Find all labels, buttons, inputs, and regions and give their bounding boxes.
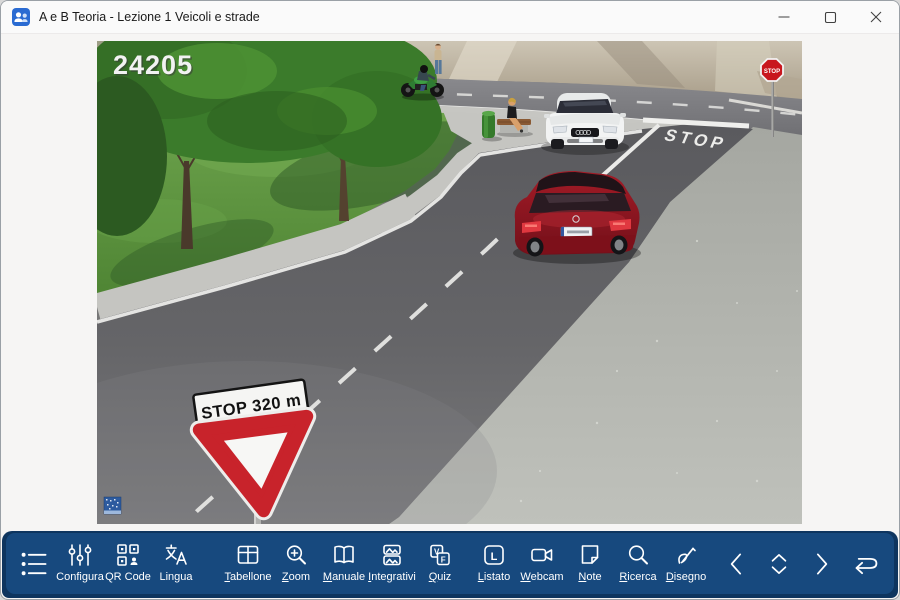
image-number: 24205 24205 [113,50,195,82]
toolbar-prev-button[interactable] [716,533,758,594]
toolbar-item-disegno[interactable]: Disegno [662,533,710,594]
pen-icon [673,542,699,568]
menu-list-icon [19,549,49,579]
toolbar-item-label: Tabellone [224,571,271,583]
table-grid-icon [235,542,261,568]
toolbar-frame: Configura QR Code Lingua [2,531,898,598]
maximize-icon [824,11,837,24]
toolbar-item-lingua[interactable]: Lingua [152,533,200,594]
toolbar-item-label: Configura [56,571,104,583]
chevron-right-icon [806,549,836,579]
return-arrow-icon [849,548,881,580]
l-badge-icon: L [481,542,507,568]
toolbar-item-label: Zoom [282,571,310,583]
toolbar-item-configura[interactable]: Configura [56,533,104,594]
minimize-button[interactable] [761,1,807,33]
toolbar-item-label: Lingua [159,571,192,583]
toolbar-item-label: Note [578,571,601,583]
toolbar-item-label: Webcam [520,571,563,583]
toolbar-item-integrativi[interactable]: Integrativi [368,533,416,594]
toolbar-item-label: Listato [478,571,510,583]
stacked-images-icon [379,542,405,568]
sliders-icon [67,542,93,568]
note-icon [577,542,603,568]
toolbar-return-button[interactable] [842,533,888,594]
toolbar-item-note[interactable]: Note [566,533,614,594]
toolbar-next-button[interactable] [800,533,842,594]
minimize-icon [778,11,790,23]
lesson-image: STOP [97,41,802,524]
toolbar-item-qr-code[interactable]: QR Code [104,533,152,594]
stop-sign-text: STOP [764,69,780,75]
close-icon [870,11,882,23]
toolbar-item-listato[interactable]: L Listato [470,533,518,594]
window-controls [761,1,899,33]
toolbar-item-label: QR Code [105,571,151,583]
open-book-icon [331,542,357,568]
toolbar-item-label: Ricerca [619,571,656,583]
chevron-left-icon [722,549,752,579]
toolbar: Configura QR Code Lingua [6,533,894,594]
close-button[interactable] [853,1,899,33]
qr-code-icon [115,542,141,568]
app-window: A e B Teoria - Lezione 1 Veicoli e strad… [0,0,900,600]
vf-keys-icon: V F [427,542,453,568]
image-number-text: 24205 [113,50,193,80]
webcam-icon [529,542,555,568]
toolbar-item-label: Manuale [323,571,365,583]
toolbar-item-manuale[interactable]: Manuale [320,533,368,594]
toolbar-item-webcam[interactable]: Webcam [518,533,566,594]
toolbar-item-zoom[interactable]: Zoom [272,533,320,594]
toolbar-item-label: Integrativi [368,571,416,583]
toolbar-item-label: Disegno [666,571,706,583]
svg-text:F: F [441,556,446,565]
titlebar: A e B Teoria - Lezione 1 Veicoli e strad… [1,1,899,34]
toolbar-item-tabellone[interactable]: Tabellone [224,533,272,594]
svg-text:L: L [491,551,498,563]
magnifier-plus-icon [283,542,309,568]
toolbar-item-quiz[interactable]: V F Quiz [416,533,464,594]
toolbar-menu-button[interactable] [12,533,56,594]
toolbar-up-down-button[interactable] [758,533,800,594]
chevrons-up-down-icon [764,549,794,579]
toolbar-item-label: Quiz [429,571,452,583]
maximize-button[interactable] [807,1,853,33]
watermark-logo [104,497,121,514]
toolbar-spacer [200,533,224,594]
translate-icon [163,542,189,568]
magnifier-icon [625,542,651,568]
window-title: A e B Teoria - Lezione 1 Veicoli e strad… [39,10,260,24]
people-icon [12,8,30,26]
toolbar-item-ricerca[interactable]: Ricerca [614,533,662,594]
